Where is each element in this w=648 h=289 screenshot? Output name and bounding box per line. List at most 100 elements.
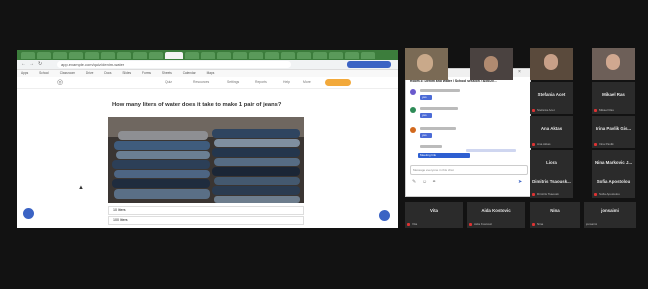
browser-tab[interactable] bbox=[133, 52, 147, 59]
browser-address-bar: ← → ↻ app.example.com/quiz/denim-water bbox=[17, 60, 398, 70]
back-icon[interactable]: ← bbox=[21, 61, 26, 67]
forward-icon[interactable]: → bbox=[29, 61, 34, 67]
bookmark-item[interactable]: Sheets bbox=[162, 71, 172, 75]
participant-name: Stefania Acet bbox=[537, 92, 566, 97]
browser-tab[interactable] bbox=[345, 52, 359, 59]
app-logo-icon[interactable]: ◎ bbox=[57, 78, 63, 86]
browser-tab[interactable] bbox=[249, 52, 263, 59]
bookmark-item[interactable]: Apps bbox=[21, 71, 28, 75]
nav-link[interactable]: More bbox=[303, 80, 311, 84]
browser-tab[interactable] bbox=[101, 52, 115, 59]
participant-name: Aida Kostovic bbox=[481, 208, 511, 213]
cta-button[interactable] bbox=[325, 79, 351, 86]
participant-tile-video[interactable] bbox=[405, 48, 448, 80]
participant-face bbox=[417, 54, 433, 72]
participant-tile[interactable]: Irina Pavlik Gis... Irina Pavlik bbox=[592, 116, 635, 148]
nav-link[interactable]: Resources bbox=[193, 80, 209, 84]
participant-name: Liora bbox=[546, 160, 557, 165]
participant-face bbox=[606, 54, 620, 70]
attach-icon[interactable]: ⚭ bbox=[432, 179, 436, 185]
close-icon[interactable]: × bbox=[518, 69, 521, 75]
bookmark-item[interactable]: Maps bbox=[207, 71, 215, 75]
muted-mic-icon bbox=[407, 223, 410, 226]
nav-link[interactable]: Help bbox=[283, 80, 290, 84]
browser-tab[interactable] bbox=[361, 52, 375, 59]
nav-link[interactable]: Quiz bbox=[165, 80, 172, 84]
browser-tab[interactable] bbox=[37, 52, 51, 59]
participant-label: Aida Kostovic bbox=[474, 222, 493, 226]
browser-tab[interactable] bbox=[201, 52, 215, 59]
app-header: ◎ Quiz Resources Settings Reports Help M… bbox=[17, 78, 398, 89]
chat-input[interactable]: Message everyone in this chat bbox=[410, 165, 528, 175]
shared-screen-browser: ← → ↻ app.example.com/quiz/denim-water A… bbox=[17, 50, 398, 228]
browser-tab[interactable] bbox=[21, 52, 35, 59]
send-icon[interactable]: ➤ bbox=[518, 179, 522, 185]
participant-tile-video[interactable] bbox=[470, 48, 513, 80]
reload-icon[interactable]: ↻ bbox=[38, 61, 42, 67]
participant-tile[interactable]: Vita Vita bbox=[405, 202, 463, 228]
assistant-right-icon[interactable] bbox=[378, 209, 391, 222]
participant-tile[interactable]: Dimitris Tsaousk... Dimitris Tsaousk bbox=[530, 174, 573, 198]
browser-tab[interactable] bbox=[117, 52, 131, 59]
bookmark-item[interactable]: Calendar bbox=[183, 71, 196, 75]
chat-message: yes bbox=[420, 113, 432, 118]
browser-tab[interactable] bbox=[329, 52, 343, 59]
participant-tile-video[interactable] bbox=[592, 48, 635, 80]
quiz-question: How many liters of water does it take to… bbox=[112, 102, 282, 108]
bookmark-item[interactable]: Docs bbox=[104, 71, 111, 75]
browser-tab[interactable] bbox=[217, 52, 231, 59]
participant-name: Dimitris Tsaousk... bbox=[532, 179, 571, 184]
browser-tab[interactable] bbox=[85, 52, 99, 59]
participant-name: Vita bbox=[430, 208, 438, 213]
bookmark-item[interactable]: Forms bbox=[142, 71, 151, 75]
answer-option[interactable]: 100 liters bbox=[108, 216, 304, 225]
participant-tile[interactable]: Ana Aktas Ana Aktas bbox=[530, 116, 573, 148]
participant-tile[interactable]: Aida Kostovic Aida Kostovic bbox=[467, 202, 525, 228]
participant-tile[interactable]: Nina Nina bbox=[530, 202, 580, 228]
bookmark-item[interactable]: Classroom bbox=[60, 71, 75, 75]
message-meta bbox=[420, 107, 458, 110]
url-input[interactable]: app.example.com/quiz/denim-water bbox=[57, 61, 291, 68]
participant-tile-video[interactable] bbox=[530, 48, 573, 80]
participant-tile[interactable]: Mikael Ras Mikael Ras bbox=[592, 82, 635, 114]
participant-name: Ana Aktas bbox=[540, 126, 563, 131]
participant-label: Stefania Acet bbox=[537, 108, 555, 112]
browser-tab[interactable] bbox=[265, 52, 279, 59]
participant-label: Nina bbox=[537, 222, 544, 226]
message-meta bbox=[420, 127, 456, 130]
browser-tab[interactable] bbox=[149, 52, 163, 59]
browser-tab[interactable] bbox=[69, 52, 83, 59]
nav-link[interactable]: Settings bbox=[227, 80, 239, 84]
nav-link[interactable]: Reports bbox=[255, 80, 267, 84]
bookmark-item[interactable]: Slides bbox=[122, 71, 131, 75]
participant-tile[interactable]: Sofia Apostolou Sofia Apostolou bbox=[592, 174, 635, 198]
browser-tab[interactable] bbox=[233, 52, 247, 59]
browser-tab-active[interactable] bbox=[165, 52, 183, 59]
browser-tab[interactable] bbox=[313, 52, 327, 59]
participant-label: Ana Aktas bbox=[537, 142, 551, 146]
participant-tile[interactable]: jonsaimi jonsaimi bbox=[584, 202, 636, 228]
reply-preview bbox=[466, 149, 516, 152]
meeting-chat-panel: Meeting chat ⧉ × Room 3: Denim and Water… bbox=[405, 68, 531, 197]
browser-tab[interactable] bbox=[53, 52, 67, 59]
muted-mic-icon bbox=[532, 223, 535, 226]
emoji-icon[interactable]: ☺ bbox=[422, 179, 427, 185]
bookmarks-bar: Apps School Classroom Drive Docs Slides … bbox=[17, 70, 398, 77]
profile-button[interactable] bbox=[347, 61, 391, 68]
browser-tab[interactable] bbox=[297, 52, 311, 59]
browser-tab[interactable] bbox=[281, 52, 295, 59]
browser-tab[interactable] bbox=[185, 52, 199, 59]
muted-mic-icon bbox=[469, 223, 472, 226]
muted-mic-icon bbox=[532, 143, 535, 146]
avatar bbox=[410, 107, 416, 113]
participant-name: Sofia Apostolou bbox=[596, 179, 631, 184]
avatar bbox=[410, 127, 416, 133]
participant-tile[interactable]: Stefania Acet Stefania Acet bbox=[530, 82, 573, 114]
answer-option[interactable]: 10 liters bbox=[108, 206, 304, 215]
participant-label: Irina Pavlik bbox=[599, 142, 614, 146]
bookmark-item[interactable]: Drive bbox=[86, 71, 93, 75]
format-icon[interactable]: ✎ bbox=[412, 179, 416, 185]
assistant-left-icon[interactable] bbox=[22, 207, 35, 220]
chat-message: yes bbox=[420, 133, 432, 138]
bookmark-item[interactable]: School bbox=[39, 71, 49, 75]
